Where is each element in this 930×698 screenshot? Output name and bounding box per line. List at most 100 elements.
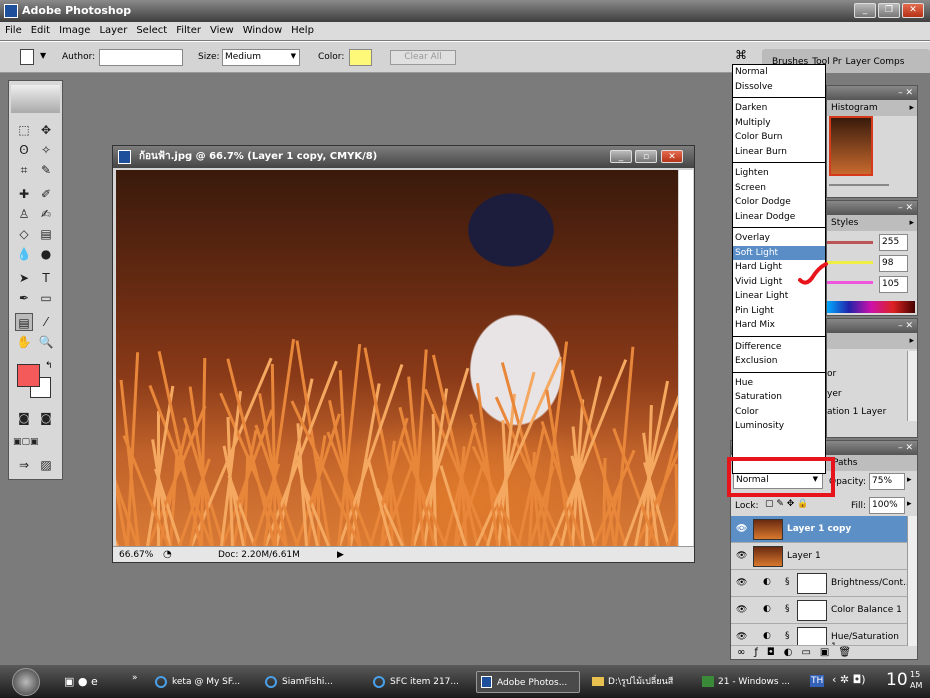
quick-launch-icons[interactable]: ▣ ● e xyxy=(64,675,98,688)
menu-select[interactable]: Select xyxy=(136,22,167,40)
shape-tool-icon[interactable]: ▭ xyxy=(37,289,55,307)
taskbar-item[interactable]: 21 - Windows ... xyxy=(698,671,802,693)
layer-row[interactable]: 👁 ◐ § Hue/Saturation 1 xyxy=(731,624,907,646)
eye-icon[interactable]: 👁 xyxy=(736,524,747,534)
restore-button[interactable]: ❐ xyxy=(878,3,900,18)
blend-mode-option[interactable]: Lighten xyxy=(733,166,825,181)
layer-row[interactable]: 👁 ◐ § Color Balance 1 xyxy=(731,597,907,624)
marquee-tool-icon[interactable]: ⬚ xyxy=(15,121,33,139)
panel-menu-icon[interactable]: ▸ xyxy=(909,333,914,349)
green-value[interactable]: 98 xyxy=(879,255,908,272)
notes-tool-icon[interactable]: ▤ xyxy=(15,313,33,331)
note-color-swatch[interactable] xyxy=(349,49,372,66)
screen-mode-icons[interactable]: ▣▢▣ xyxy=(13,433,39,451)
dodge-tool-icon[interactable]: ● xyxy=(37,245,55,263)
swap-colors-icon[interactable]: ↰ xyxy=(45,361,53,371)
blend-mode-option[interactable]: Linear Burn xyxy=(733,145,825,160)
taskbar-item[interactable]: D:\รูปไม้เปลี่ยนสี xyxy=(588,671,692,693)
blend-mode-option[interactable]: Color Dodge xyxy=(733,195,825,210)
tab-styles[interactable]: Styles xyxy=(831,218,858,228)
status-menu-arrow-icon[interactable]: ▶ xyxy=(337,547,344,563)
standard-mode-icon[interactable]: ◙ xyxy=(15,409,33,427)
opacity-arrow-icon[interactable]: ▸ xyxy=(907,475,912,485)
slice-tool-icon[interactable]: ✎ xyxy=(37,161,55,179)
layer-row[interactable]: 👁 ◐ § Brightness/Cont... xyxy=(731,570,912,597)
gradient-tool-icon[interactable]: ▤ xyxy=(37,225,55,243)
blend-mode-option[interactable]: Dissolve xyxy=(733,80,825,95)
taskbar-item[interactable]: keta @ My SF... xyxy=(152,671,252,693)
tab-paths[interactable]: Paths xyxy=(833,458,857,468)
blue-value[interactable]: 105 xyxy=(879,276,908,293)
blend-mode-option[interactable]: Linear Dodge xyxy=(733,210,825,225)
menu-window[interactable]: Window xyxy=(243,22,282,40)
doc-minimize-button[interactable]: _ xyxy=(610,150,632,163)
red-value[interactable]: 255 xyxy=(879,234,908,251)
menu-help[interactable]: Help xyxy=(291,22,314,40)
panel-menu-icon[interactable]: ▸ xyxy=(909,215,914,231)
notes-tool-icon[interactable] xyxy=(20,49,34,65)
blend-mode-option[interactable]: Darken xyxy=(733,101,825,116)
layers-footer-icons[interactable]: ∞ƒ◘◐▭▣🗑 xyxy=(737,647,860,658)
menu-layer[interactable]: Layer xyxy=(99,22,127,40)
history-item[interactable]: or xyxy=(827,369,836,379)
tab-layer-comps[interactable]: Layer Comps xyxy=(846,57,905,73)
eraser-tool-icon[interactable]: ◇ xyxy=(15,225,33,243)
start-button[interactable] xyxy=(12,668,40,696)
doc-close-button[interactable]: ✕ xyxy=(661,150,683,163)
size-select[interactable]: Medium ▼ xyxy=(222,49,300,66)
blend-mode-option[interactable]: Difference xyxy=(733,340,825,355)
hand-tool-icon[interactable]: ✋ xyxy=(15,333,33,351)
blend-mode-option[interactable]: Color Burn xyxy=(733,130,825,145)
blend-mode-option[interactable]: Color xyxy=(733,405,825,420)
menu-filter[interactable]: Filter xyxy=(176,22,201,40)
lock-icons[interactable]: ▢ ✎ ✥ 🔒 xyxy=(765,499,808,509)
eye-icon[interactable]: 👁 xyxy=(736,632,747,642)
red-slider[interactable] xyxy=(827,241,873,244)
quick-mask-icon[interactable]: ◙ xyxy=(37,409,55,427)
document-title-bar[interactable]: ก้อนฟ้า.jpg @ 66.7% (Layer 1 copy, CMYK/… xyxy=(113,146,694,168)
tool-preset-dropdown-icon[interactable]: ▼ xyxy=(40,51,46,60)
blend-mode-option[interactable]: Exclusion xyxy=(733,354,825,369)
close-button[interactable]: ✕ xyxy=(902,3,924,18)
blend-mode-option[interactable]: Hue xyxy=(733,376,825,391)
eye-icon[interactable]: 👁 xyxy=(736,605,747,615)
color-ramp[interactable] xyxy=(827,301,915,313)
zoom-tool-icon[interactable]: 🔍 xyxy=(37,333,55,351)
zoom-level[interactable]: 66.67% xyxy=(119,547,153,563)
eye-icon[interactable]: 👁 xyxy=(736,551,747,561)
blue-slider[interactable] xyxy=(827,281,873,284)
foreground-color-swatch[interactable] xyxy=(17,364,40,387)
imageready-icon[interactable]: ▨ xyxy=(37,456,55,474)
eyedropper-icon[interactable]: ⁄ xyxy=(37,313,55,331)
history-brush-icon[interactable]: ✍ xyxy=(37,205,55,223)
status-icon[interactable]: ◔ xyxy=(163,547,172,563)
clone-stamp-icon[interactable]: ♙ xyxy=(15,205,33,223)
blend-mode-option[interactable]: Hard Mix xyxy=(733,318,825,333)
menu-view[interactable]: View xyxy=(210,22,234,40)
author-input[interactable] xyxy=(99,49,183,66)
layer-row[interactable]: 👁 Layer 1 xyxy=(731,543,907,570)
clear-all-button[interactable]: Clear All xyxy=(390,50,456,65)
jump-to-imageready-icon[interactable]: ⇒ xyxy=(15,456,33,474)
layer-row[interactable]: 👁 Layer 1 copy xyxy=(731,516,907,543)
healing-brush-icon[interactable]: ✚ xyxy=(15,185,33,203)
layers-scrollbar[interactable] xyxy=(907,516,917,646)
blur-tool-icon[interactable]: 💧 xyxy=(15,245,33,263)
crop-tool-icon[interactable]: ⌗ xyxy=(15,161,33,179)
menu-edit[interactable]: Edit xyxy=(31,22,50,40)
more-chevron-icon[interactable]: » xyxy=(132,673,138,683)
doc-maximize-button[interactable]: ▫ xyxy=(635,150,657,163)
eye-icon[interactable]: 👁 xyxy=(736,578,747,588)
fill-input[interactable]: 100% xyxy=(869,497,905,514)
menu-image[interactable]: Image xyxy=(59,22,90,40)
taskbar-item-active[interactable]: Adobe Photos... xyxy=(476,671,580,693)
brush-tool-icon[interactable]: ✐ xyxy=(37,185,55,203)
magic-wand-icon[interactable]: ✧ xyxy=(37,141,55,159)
history-scrollbar[interactable] xyxy=(907,351,917,421)
history-item[interactable]: yer xyxy=(827,389,842,399)
blend-mode-option[interactable]: Linear Light xyxy=(733,289,825,304)
blend-mode-option[interactable]: Saturation xyxy=(733,390,825,405)
green-slider[interactable] xyxy=(827,261,873,264)
canvas-image[interactable] xyxy=(116,170,678,546)
blend-mode-option[interactable]: Normal xyxy=(733,65,825,80)
